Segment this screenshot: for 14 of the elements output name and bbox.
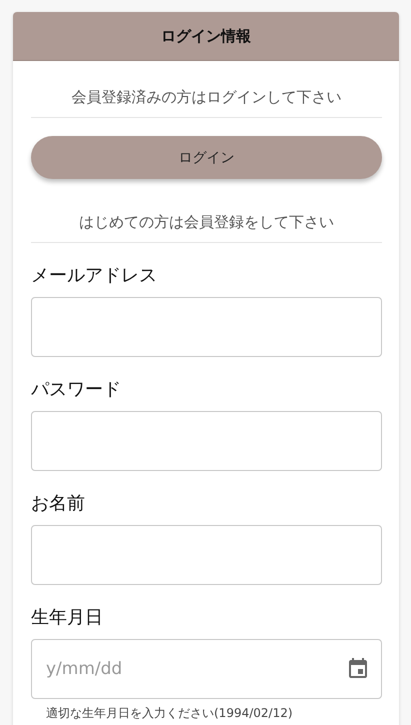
register-prompt: はじめての方は会員登録をして下さい	[78, 212, 335, 233]
input-field[interactable]	[31, 411, 382, 471]
field-label: パスワード	[31, 378, 122, 401]
field-label: 生年月日	[31, 606, 104, 629]
login-prompt: 会員登録済みの方はログインして下さい	[70, 87, 342, 108]
header-title: ログイン情報	[161, 26, 251, 46]
input-field[interactable]	[31, 525, 382, 585]
field-label: お名前	[31, 492, 86, 515]
date-field[interactable]: y/mm/dd	[31, 639, 382, 699]
login-button[interactable]: ログイン	[31, 136, 382, 179]
input-field[interactable]	[31, 297, 382, 357]
field-label: メールアドレス	[31, 264, 158, 287]
field-hint: 適切な生年月日を入力ください(1994/02/12)	[45, 705, 294, 722]
calendar-icon[interactable]	[346, 657, 370, 681]
